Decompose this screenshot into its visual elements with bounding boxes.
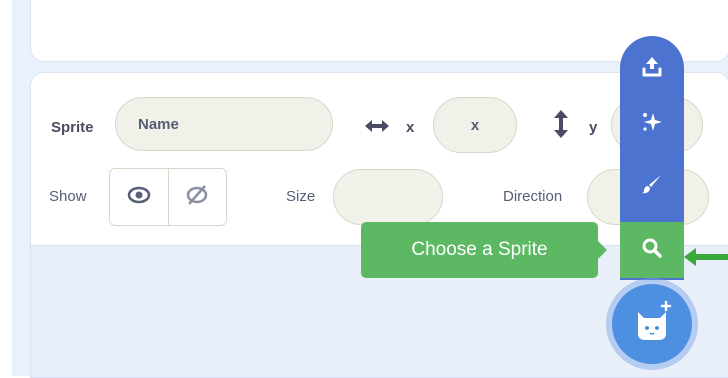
pointer-arrow-icon: [682, 245, 728, 269]
add-sprite-button[interactable]: [612, 284, 692, 364]
cat-add-icon: [630, 300, 674, 349]
show-visible-button[interactable]: [110, 169, 168, 225]
upload-icon: [640, 54, 664, 83]
eye-icon: [127, 186, 151, 209]
choose-sprite-button[interactable]: [620, 222, 684, 278]
direction-label: Direction: [503, 188, 563, 205]
surprise-sprite-button[interactable]: [620, 96, 684, 152]
x-placeholder: x: [470, 116, 480, 134]
vertical-arrows-icon: [553, 109, 569, 144]
upload-sprite-button[interactable]: [620, 40, 684, 96]
x-input[interactable]: x: [433, 97, 517, 153]
sprite-label: Sprite: [51, 119, 94, 136]
horizontal-arrows-icon: [363, 117, 391, 140]
size-label: Size: [286, 188, 316, 205]
size-input[interactable]: [333, 169, 443, 225]
paint-sprite-button[interactable]: [620, 158, 684, 214]
show-toggle: [109, 168, 227, 226]
surprise-sparkle-icon: [640, 110, 664, 139]
sprite-name-input[interactable]: Name: [115, 97, 333, 151]
x-label: x: [406, 119, 415, 136]
tooltip-pointer: [597, 240, 607, 260]
show-label: Show: [49, 188, 87, 205]
search-icon: [640, 236, 664, 265]
eye-hidden-icon: [185, 184, 209, 211]
show-hidden-button[interactable]: [167, 169, 227, 225]
paint-brush-icon: [640, 172, 664, 201]
sprite-name-placeholder: Name: [138, 115, 179, 133]
choose-sprite-tooltip: Choose a Sprite: [361, 222, 598, 278]
y-label: y: [589, 119, 598, 136]
tooltip-text: Choose a Sprite: [411, 239, 548, 260]
